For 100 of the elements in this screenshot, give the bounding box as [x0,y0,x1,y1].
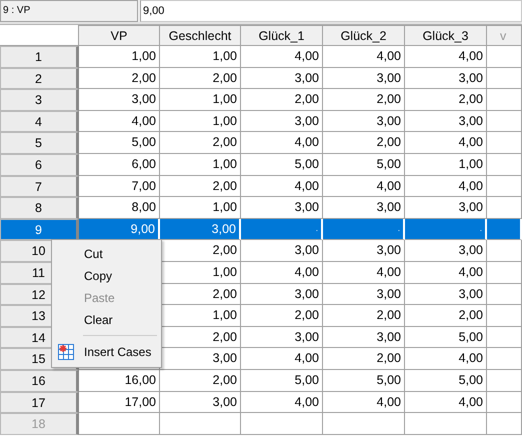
row-number[interactable]: 9 [0,218,79,240]
table-cell: 1,00 [160,89,241,111]
table-insert-icon [58,344,74,360]
table-cell: 4,00 [241,132,323,154]
empty-cell [487,154,522,176]
table-cell: 3,00 [323,326,405,348]
column-header[interactable]: VP [79,25,160,46]
table-cell: 4,00 [241,262,323,284]
table-cell: 3,00 [405,68,487,90]
table-cell: 4,00 [405,176,487,198]
row-number[interactable]: 17 [0,392,79,414]
row-number[interactable]: 3 [0,89,79,111]
empty-cell [487,132,522,154]
empty-cell [487,305,522,327]
table-cell: 4,00 [241,392,323,414]
table-cell: 4,00 [79,110,160,132]
table-cell: 5,00 [79,132,160,154]
empty-cell [487,348,522,370]
column-header[interactable]: Glück_2 [323,25,405,46]
table-cell: 4,00 [405,348,487,370]
table-cell: 4,00 [323,176,405,198]
table-cell: 2,00 [323,132,405,154]
row-number[interactable]: 2 [0,68,79,90]
table-cell: 3,00 [323,240,405,262]
table-cell: 2,00 [405,89,487,111]
table-cell: 3,00 [405,240,487,262]
table-cell: 3,00 [323,110,405,132]
table-cell: 1,00 [160,110,241,132]
table-cell: . [241,218,323,240]
row-number[interactable]: 6 [0,154,79,176]
table-cell: 4,00 [241,348,323,370]
row-number[interactable]: 1 [0,46,79,68]
empty-cell [487,262,522,284]
table-cell: 3,00 [79,89,160,111]
empty-cell [487,284,522,306]
table-cell: 5,00 [405,370,487,392]
table-cell: 3,00 [405,110,487,132]
table-cell: 3,00 [241,110,323,132]
table-cell: 1,00 [160,46,241,68]
row-number[interactable]: 5 [0,132,79,154]
table-cell: 1,00 [160,154,241,176]
empty-cell [487,46,522,68]
column-header[interactable]: Glück_3 [405,25,487,46]
empty-cell [487,110,522,132]
table-cell: 1,00 [79,46,160,68]
table-cell: 17,00 [79,392,160,414]
table-cell: 4,00 [405,392,487,414]
table-cell: 2,00 [79,68,160,90]
empty-cell [487,370,522,392]
table-cell: 3,00 [241,326,323,348]
table-cell: 4,00 [323,262,405,284]
table-cell: 3,00 [241,68,323,90]
table-cell: 3,00 [160,392,241,414]
table-cell: 3,00 [241,284,323,306]
table-cell: 4,00 [405,262,487,284]
table-cell: 2,00 [160,176,241,198]
table-cell: 4,00 [405,132,487,154]
empty-cell [487,89,522,111]
table-cell: 5,00 [323,154,405,176]
empty-cell [487,176,522,198]
table-cell: 3,00 [405,284,487,306]
table-cell: 2,00 [160,132,241,154]
cell-value-field[interactable]: 9,00 [140,0,522,22]
table-cell: 3,00 [323,68,405,90]
table-cell: . [405,218,487,240]
table-cell: 4,00 [241,176,323,198]
table-cell: 3,00 [323,284,405,306]
table-cell: 4,00 [405,46,487,68]
table-cell: . [323,218,405,240]
table-cell: 2,00 [405,305,487,327]
table-cell: 16,00 [79,370,160,392]
empty-cell [487,413,522,435]
table-cell: 6,00 [79,154,160,176]
table-cell: 9,00 [79,218,160,240]
table-cell: 1,00 [405,154,487,176]
table-cell: 2,00 [160,370,241,392]
empty-cell [487,240,522,262]
table-cell: 4,00 [323,392,405,414]
table-cell: 4,00 [241,46,323,68]
table-cell: 5,00 [241,154,323,176]
row-number[interactable]: 16 [0,370,79,392]
empty-cell [487,68,522,90]
column-header[interactable]: Geschlecht [160,25,241,46]
table-cell: 7,00 [79,176,160,198]
table-cell: 5,00 [323,370,405,392]
table-cell: 2,00 [323,348,405,370]
row-number[interactable]: 8 [0,197,79,219]
table-cell: 4,00 [323,46,405,68]
table-cell: 2,00 [241,305,323,327]
column-header[interactable]: Glück_1 [241,25,323,46]
table-cell: 5,00 [405,326,487,348]
table-cell: 3,00 [160,218,241,240]
cell-reference: 9 : VP [0,0,138,22]
row-number[interactable]: 4 [0,110,79,132]
empty-cell [487,392,522,414]
row-number[interactable]: 7 [0,176,79,198]
table-cell: 5,00 [241,370,323,392]
table-cell: 2,00 [323,305,405,327]
table-cell: 2,00 [241,89,323,111]
table-cell: 3,00 [241,240,323,262]
